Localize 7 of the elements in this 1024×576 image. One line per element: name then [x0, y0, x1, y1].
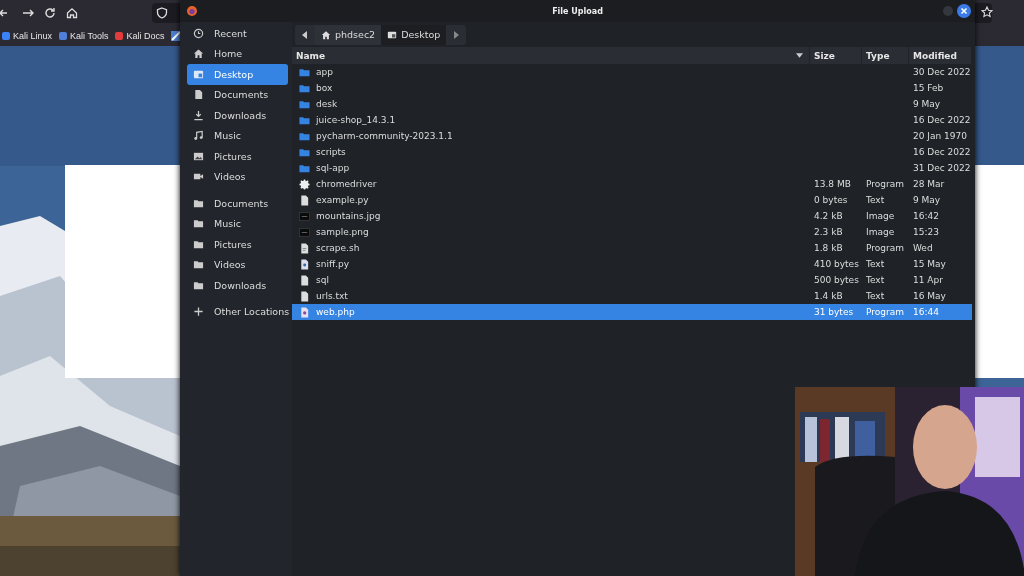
bookmark-link[interactable]: Kali Docs — [115, 31, 165, 41]
path-button[interactable]: phdsec2 — [315, 24, 382, 45]
sidebar-item[interactable]: Recent — [187, 23, 288, 44]
bookmark-link[interactable]: Kali Linux — [2, 31, 53, 41]
path-button[interactable]: Desktop — [381, 24, 447, 45]
bookmark-link[interactable]: Kali Tools — [59, 31, 109, 41]
window-title: File Upload — [552, 6, 603, 16]
